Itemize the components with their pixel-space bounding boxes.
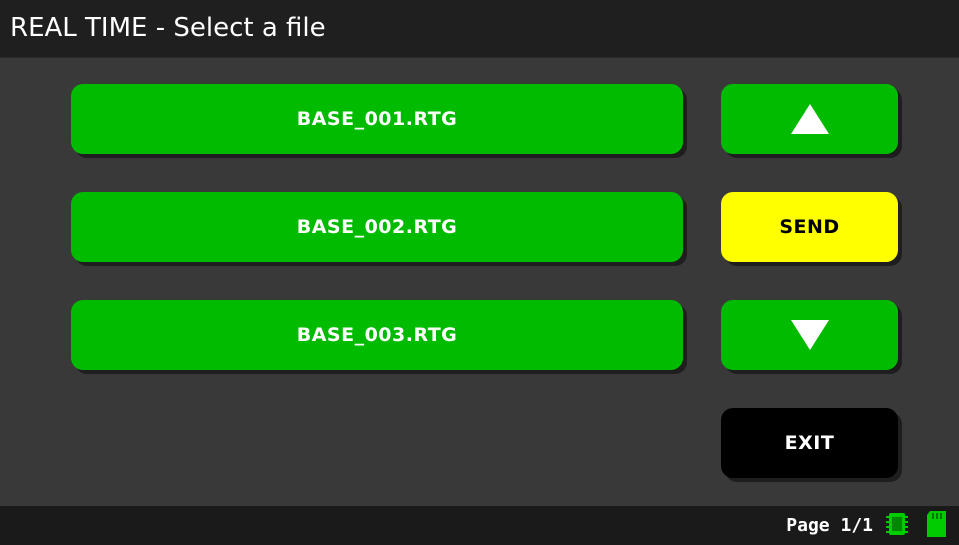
file-button-label: BASE_003.RTG (296, 324, 458, 346)
status-bar: Page 1/1 (0, 506, 959, 545)
send-button[interactable]: SEND (721, 192, 898, 262)
triangle-up-icon (790, 104, 829, 134)
file-button-base-001[interactable]: BASE_001.RTG (71, 84, 683, 154)
file-button-label: BASE_001.RTG (296, 108, 458, 130)
exit-button-label: EXIT (784, 432, 835, 454)
file-button-label: BASE_002.RTG (296, 216, 458, 238)
scroll-up-button[interactable] (721, 84, 898, 154)
page-indicator: Page 1/1 (786, 515, 873, 536)
send-button-label: SEND (779, 216, 840, 238)
sd-card-icon (927, 511, 946, 537)
file-button-base-002[interactable]: BASE_002.RTG (71, 192, 683, 262)
file-button-base-003[interactable]: BASE_003.RTG (71, 300, 683, 370)
screen: REAL TIME - Select a file BASE_001.RTG B… (0, 0, 959, 545)
scroll-down-button[interactable] (721, 300, 898, 370)
memory-chip-icon (886, 513, 908, 535)
title-bar: REAL TIME - Select a file (0, 0, 959, 58)
triangle-down-icon (790, 320, 829, 350)
page-title: REAL TIME - Select a file (10, 13, 326, 43)
exit-button[interactable]: EXIT (721, 408, 898, 478)
